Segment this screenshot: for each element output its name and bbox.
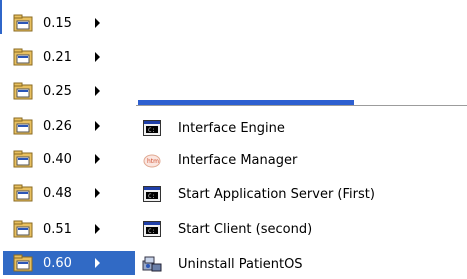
submenu-arrow-icon	[95, 224, 100, 234]
program-group-icon	[11, 79, 35, 103]
svg-text:C:: C:	[148, 193, 155, 200]
version-item-0-26[interactable]: 0.26	[3, 114, 135, 138]
version-label: 0.26	[43, 118, 72, 134]
program-group-icon	[11, 217, 35, 241]
submenu-item-label: Interface Manager	[178, 152, 298, 168]
submenu-popup: C: Interface Engine htm Interface Manage…	[136, 0, 467, 279]
svg-text:htm: htm	[147, 158, 159, 165]
program-group-icon	[11, 181, 35, 205]
submenu-item-interface-manager[interactable]: htm Interface Manager	[136, 147, 467, 173]
version-label: 0.60	[43, 255, 72, 271]
submenu-arrow-icon	[95, 258, 100, 268]
uninstall-icon	[141, 253, 163, 275]
submenu-item-start-application-server[interactable]: C: Start Application Server (First)	[136, 181, 467, 207]
svg-text:C:: C:	[148, 127, 155, 134]
submenu-arrow-icon	[95, 86, 100, 96]
submenu-item-start-client[interactable]: C: Start Client (second)	[136, 216, 467, 242]
submenu-arrow-icon	[95, 18, 100, 28]
popup-divider	[136, 105, 467, 106]
submenu-item-label: Start Application Server (First)	[178, 186, 375, 202]
version-item-0-21[interactable]: 0.21	[3, 45, 135, 69]
version-item-0-40[interactable]: 0.40	[3, 147, 135, 171]
console-app-icon: C:	[141, 183, 163, 205]
version-label: 0.15	[43, 15, 72, 31]
submenu-item-interface-engine[interactable]: C: Interface Engine	[136, 115, 467, 141]
program-group-icon	[11, 45, 35, 69]
submenu-item-label: Interface Engine	[178, 120, 285, 136]
web-page-icon: htm	[141, 149, 163, 171]
submenu-arrow-icon	[95, 188, 100, 198]
svg-text:C:: C:	[148, 228, 155, 235]
version-label: 0.40	[43, 151, 72, 167]
submenu-arrow-icon	[95, 121, 100, 131]
submenu-item-uninstall-patientos[interactable]: Uninstall PatientOS	[136, 251, 467, 277]
submenu-item-label: Uninstall PatientOS	[178, 256, 303, 272]
program-group-icon	[11, 147, 35, 171]
version-item-0-51[interactable]: 0.51	[3, 217, 135, 241]
version-menu: 0.15 0.21 0.25 0.26 0.40 0.48 0.51 0.60	[0, 0, 140, 279]
program-group-icon	[11, 251, 35, 275]
submenu-arrow-icon	[95, 154, 100, 164]
console-app-icon: C:	[141, 117, 163, 139]
program-group-icon	[11, 114, 35, 138]
program-group-icon	[11, 11, 35, 35]
menu-left-border	[0, 0, 2, 34]
version-label: 0.48	[43, 185, 72, 201]
submenu-item-label: Start Client (second)	[178, 221, 313, 237]
version-item-0-25[interactable]: 0.25	[3, 79, 135, 103]
version-item-0-48[interactable]: 0.48	[3, 181, 135, 205]
version-label: 0.25	[43, 83, 72, 99]
version-label: 0.51	[43, 221, 72, 237]
version-item-0-15[interactable]: 0.15	[3, 11, 135, 35]
version-label: 0.21	[43, 49, 72, 65]
submenu-arrow-icon	[95, 52, 100, 62]
console-app-icon: C:	[141, 218, 163, 240]
version-item-0-60[interactable]: 0.60	[3, 251, 135, 275]
